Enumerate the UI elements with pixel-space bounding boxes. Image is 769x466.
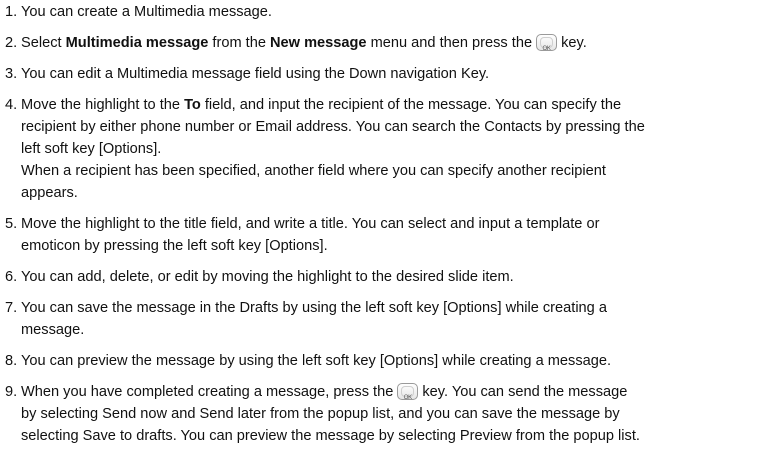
instruction-steps-list: 1. You can create a Multimedia message. …	[5, 1, 767, 456]
step-text-segment: menu and then press the	[366, 35, 533, 51]
ok-key-label: OK	[403, 395, 412, 401]
step-7: 7. You can save the message in the Draft…	[5, 297, 767, 341]
step-6: 6. You can add, delete, or edit by movin…	[5, 266, 767, 288]
step-text: Move the highlight to the To field, and …	[21, 94, 767, 116]
step-text: You can add, delete, or edit by moving t…	[21, 269, 514, 285]
step-number: 9.	[5, 384, 18, 400]
field-name: To	[184, 97, 201, 113]
step-1: 1. You can create a Multimedia message.	[5, 1, 767, 23]
step-text: When a recipient has been specified, ano…	[21, 163, 606, 179]
step-number: 3.	[5, 66, 18, 82]
step-text: You can create a Multimedia message.	[21, 4, 272, 20]
step-text-segment: When you have completed creating a messa…	[21, 384, 394, 400]
step-text-segment: field, and input the recipient of the me…	[200, 97, 622, 113]
step-number: 2.	[5, 35, 18, 51]
step-2: 2. Select Multimedia message from the Ne…	[5, 32, 767, 54]
menu-name: New message	[270, 35, 367, 51]
step-8: 8. You can preview the message by using …	[5, 350, 767, 372]
step-text-segment: Move the highlight to the	[21, 97, 185, 113]
step-text-segment: Select	[21, 35, 66, 51]
step-text: When you have completed creating a messa…	[21, 381, 767, 403]
step-5: 5. Move the highlight to the title field…	[5, 213, 767, 257]
step-number: 6.	[5, 269, 18, 285]
ok-key-icon: OK	[536, 34, 558, 52]
step-number: 1.	[5, 4, 18, 20]
menu-item-name: Multimedia message	[65, 35, 209, 51]
step-text: Move the highlight to the title field, a…	[21, 216, 600, 232]
document-page: 1. You can create a Multimedia message. …	[0, 0, 769, 466]
step-text: emoticon by pressing the left soft key […	[21, 238, 328, 254]
step-text-segment: key. You can send the message	[422, 384, 628, 400]
step-number: 4.	[5, 97, 18, 113]
step-number: 5.	[5, 216, 18, 232]
step-text: by selecting Send now and Send later fro…	[21, 406, 620, 422]
step-text-segment: from the	[208, 35, 271, 51]
ok-key-label: OK	[542, 46, 551, 52]
step-text: left soft key [Options].	[21, 141, 162, 157]
step-number: 8.	[5, 353, 18, 369]
step-text: recipient by either phone number or Emai…	[21, 119, 645, 135]
step-4: 4. Move the highlight to the To field, a…	[5, 94, 767, 204]
step-text: appears.	[21, 185, 78, 201]
step-3: 3. You can edit a Multimedia message fie…	[5, 63, 767, 85]
ok-key-icon: OK	[397, 383, 419, 401]
step-text: You can preview the message by using the…	[21, 353, 612, 369]
step-number: 7.	[5, 300, 18, 316]
step-9: 9. When you have completed creating a me…	[5, 381, 767, 447]
step-text: You can save the message in the Drafts b…	[21, 300, 607, 316]
step-text: Select Multimedia message from the New m…	[21, 32, 767, 54]
step-text: You can edit a Multimedia message field …	[21, 66, 490, 82]
step-text-segment: key.	[561, 35, 587, 51]
step-text: selecting Save to drafts. You can previe…	[21, 428, 640, 444]
step-text: message.	[21, 322, 85, 338]
